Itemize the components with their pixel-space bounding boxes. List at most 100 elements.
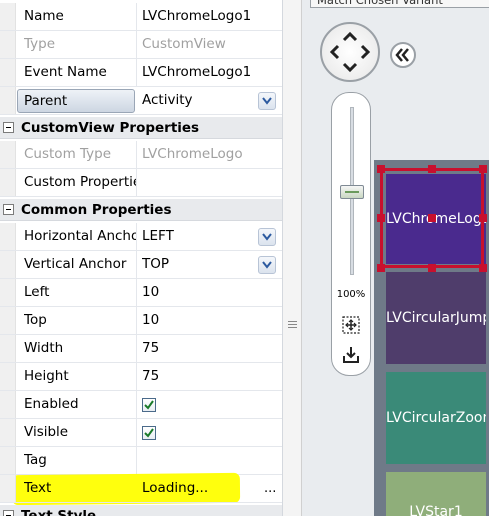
- category-text-style[interactable]: Text Style: [0, 505, 282, 516]
- row-gutter: [0, 307, 16, 334]
- prop-parent-value[interactable]: Activity: [142, 87, 258, 114]
- row-gutter: [0, 87, 16, 114]
- prop-height-label: Height: [24, 368, 69, 384]
- text-ellipsis-button[interactable]: ...: [264, 475, 276, 502]
- prop-vertical-anchor-label: Vertical Anchor: [24, 256, 127, 272]
- vertical-anchor-dropdown-button[interactable]: [258, 256, 276, 274]
- prop-row-vertical-anchor[interactable]: Vertical Anchor TOP: [0, 251, 282, 279]
- prop-enabled-label: Enabled: [24, 396, 79, 412]
- column-divider: [136, 251, 137, 278]
- row-gutter: [0, 447, 16, 474]
- resize-handle[interactable]: [428, 264, 436, 272]
- export-icon[interactable]: [341, 345, 361, 365]
- row-gutter: [0, 279, 16, 306]
- prop-custom-properties-value[interactable]: [142, 169, 258, 196]
- resize-handle[interactable]: [479, 214, 487, 222]
- visible-checkbox[interactable]: [142, 426, 156, 440]
- prop-row-horizontal-anchor[interactable]: Horizontal Anchor LEFT: [0, 223, 282, 251]
- column-divider: [136, 279, 137, 306]
- prop-row-tag[interactable]: Tag: [0, 447, 282, 475]
- panel-splitter[interactable]: [283, 0, 302, 516]
- prop-left-value[interactable]: 10: [142, 279, 258, 306]
- prop-row-parent[interactable]: Parent Activity: [0, 87, 282, 115]
- prop-row-visible[interactable]: Visible: [0, 419, 282, 447]
- tile-lvstar1[interactable]: LVStar1: [386, 472, 486, 516]
- prop-row-width[interactable]: Width 75: [0, 335, 282, 363]
- category-title: CustomView Properties: [21, 120, 200, 136]
- designer-panel: Match Chosen Variant 100% LVChromeLogo L…: [302, 0, 489, 516]
- collapse-panel-button[interactable]: [390, 42, 416, 68]
- prop-custom-type-value: LVChromeLogo: [142, 146, 243, 162]
- column-divider: [136, 307, 137, 334]
- fit-to-screen-icon[interactable]: [341, 315, 361, 335]
- column-divider: [136, 223, 137, 250]
- prop-tag-value[interactable]: [142, 447, 258, 474]
- zoom-slider-thumb[interactable]: [340, 185, 364, 199]
- prop-name-value[interactable]: LVChromeLogo1: [142, 3, 258, 30]
- prop-horizontal-anchor-value[interactable]: LEFT: [142, 223, 258, 250]
- resize-handle[interactable]: [479, 264, 487, 272]
- resize-handle[interactable]: [428, 214, 436, 222]
- prop-vertical-anchor-value[interactable]: TOP: [142, 251, 258, 278]
- prop-height-value[interactable]: 75: [142, 363, 258, 390]
- prop-tag-label: Tag: [24, 452, 47, 468]
- prop-top-value[interactable]: 10: [142, 307, 258, 334]
- prop-row-top[interactable]: Top 10: [0, 307, 282, 335]
- prop-row-left[interactable]: Left 10: [0, 279, 282, 307]
- category-title: Common Properties: [21, 202, 172, 218]
- prop-visible-label: Visible: [24, 424, 69, 440]
- horizontal-anchor-dropdown-button[interactable]: [258, 228, 276, 246]
- resize-handle[interactable]: [479, 165, 487, 173]
- row-gutter: [0, 3, 16, 30]
- tile-lvcircularzoom[interactable]: LVCircularZoom: [386, 372, 486, 464]
- prop-parent-label-selected[interactable]: Parent: [17, 89, 135, 113]
- prop-row-custom-type: Custom Type LVChromeLogo: [0, 141, 282, 169]
- parent-dropdown-button[interactable]: [258, 92, 276, 110]
- category-common-properties[interactable]: Common Properties: [0, 199, 282, 221]
- row-gutter: [0, 59, 16, 86]
- prop-row-height[interactable]: Height 75: [0, 363, 282, 391]
- prop-custom-properties-label: Custom Properties: [24, 174, 136, 190]
- prop-row-custom-properties[interactable]: Custom Properties: [0, 169, 282, 197]
- prop-row-enabled[interactable]: Enabled: [0, 391, 282, 419]
- zoom-level-label: 100%: [336, 289, 366, 300]
- column-divider: [136, 169, 137, 196]
- chevron-down-icon: [262, 97, 272, 105]
- chevron-down-icon: [262, 261, 272, 269]
- prop-text-value[interactable]: Loading...: [142, 475, 258, 502]
- resize-handle[interactable]: [377, 165, 385, 173]
- resize-handle[interactable]: [428, 165, 436, 173]
- prop-left-label: Left: [24, 284, 50, 300]
- category-customview-properties[interactable]: CustomView Properties: [0, 117, 282, 139]
- prop-row-text[interactable]: Text Loading... ...: [0, 475, 282, 503]
- variant-header[interactable]: Match Chosen Variant: [310, 0, 489, 8]
- zoom-control: 100%: [331, 92, 371, 376]
- collapse-icon[interactable]: [3, 510, 14, 516]
- row-gutter: [0, 223, 16, 250]
- chevron-down-icon: [262, 233, 272, 241]
- property-grid: Name LVChromeLogo1 Type CustomView Event…: [0, 0, 283, 516]
- row-gutter: [0, 141, 16, 168]
- prop-text-label: Text: [24, 480, 52, 496]
- row-gutter: [0, 251, 16, 278]
- checkmark-icon: [144, 400, 154, 410]
- row-gutter: [0, 335, 16, 362]
- prop-row-event-name[interactable]: Event Name LVChromeLogo1: [0, 59, 282, 87]
- column-divider: [136, 363, 137, 390]
- category-title: Text Style: [21, 508, 97, 516]
- prop-name-label: Name: [24, 8, 64, 24]
- resize-handle[interactable]: [377, 214, 385, 222]
- column-divider: [136, 3, 137, 30]
- prop-event-name-value[interactable]: LVChromeLogo1: [142, 59, 258, 86]
- prop-width-label: Width: [24, 340, 64, 356]
- enabled-checkbox[interactable]: [142, 398, 156, 412]
- collapse-icon[interactable]: [3, 204, 14, 215]
- prop-custom-type-label: Custom Type: [24, 146, 112, 162]
- prop-horizontal-anchor-label: Horizontal Anchor: [24, 228, 136, 244]
- collapse-icon[interactable]: [3, 122, 14, 133]
- prop-width-value[interactable]: 75: [142, 335, 258, 362]
- pan-control[interactable]: [320, 22, 380, 82]
- tile-lvcircularjump[interactable]: LVCircularJump: [386, 272, 486, 364]
- resize-handle[interactable]: [377, 264, 385, 272]
- prop-row-name[interactable]: Name LVChromeLogo1: [0, 3, 282, 31]
